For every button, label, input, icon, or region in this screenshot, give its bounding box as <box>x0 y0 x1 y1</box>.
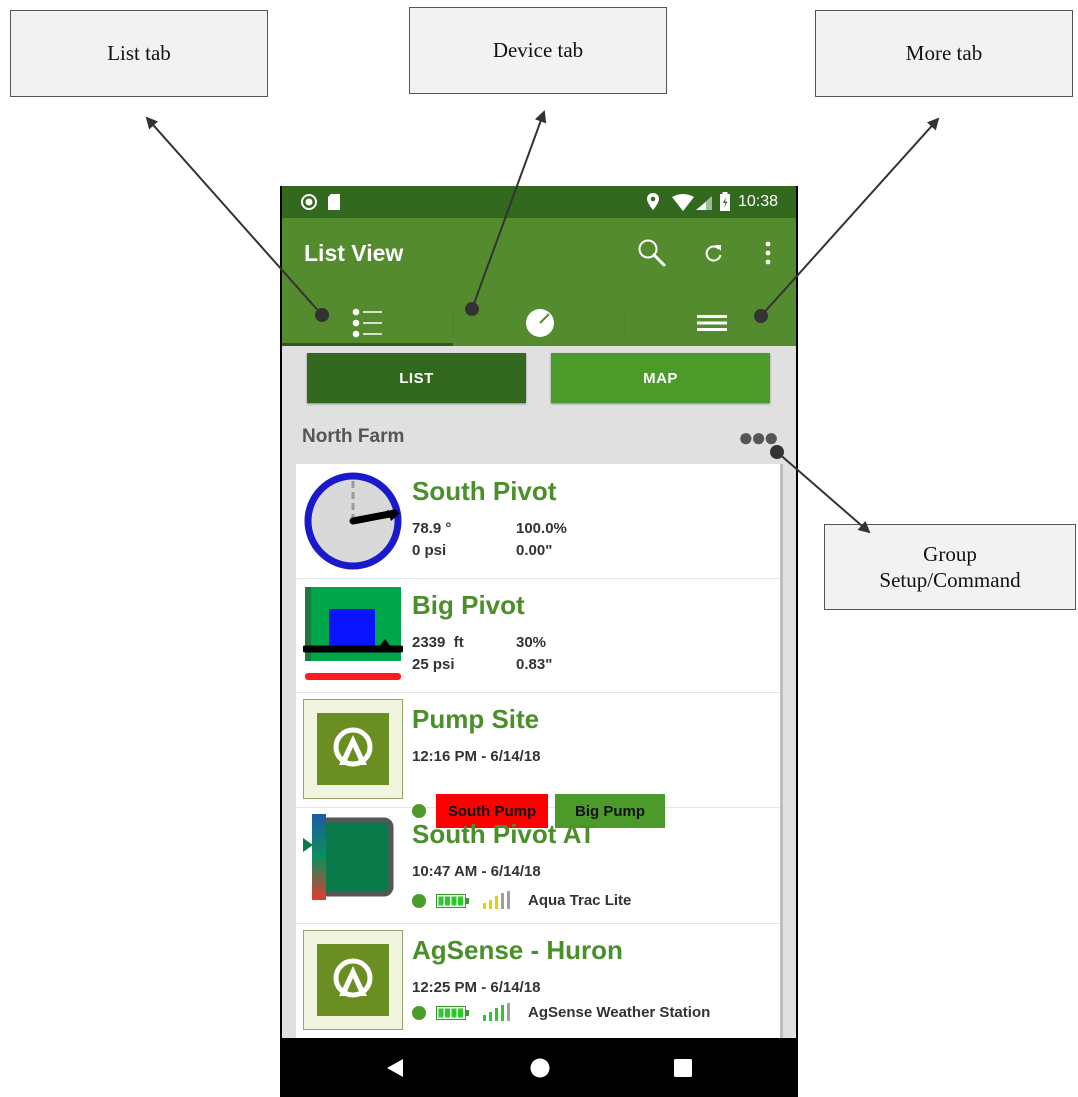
tab-device[interactable] <box>454 300 625 346</box>
last-update-time: 12:25 PM - 6/14/18 <box>412 979 541 996</box>
device-tab-callout: Device tab <box>409 7 667 94</box>
agsense-logo-icon <box>303 930 403 1030</box>
tab-bar <box>282 300 796 346</box>
device-name: AgSense - Huron <box>412 935 623 965</box>
recents-icon[interactable] <box>674 1059 692 1077</box>
device-tab-callout-text: Device tab <box>492 38 584 62</box>
group-setup-callout-line2: Setup/Command <box>879 568 1021 592</box>
status-bar: 10:38 <box>282 186 796 218</box>
device-type: AgSense Weather Station <box>528 1004 711 1021</box>
hamburger-menu-icon <box>696 315 727 331</box>
device-angle: 78.9 ° <box>412 520 452 537</box>
list-toggle-button[interactable]: LIST <box>307 353 526 403</box>
list-item[interactable]: Pump Site 12:16 PM - 6/14/18 South Pump … <box>296 692 780 828</box>
device-name: Big Pivot <box>412 590 525 620</box>
system-nav-bar <box>282 1038 796 1097</box>
agsense-logo-icon <box>303 699 403 799</box>
device-pressure: 25 psi <box>412 656 455 673</box>
app-bar: List View <box>282 218 796 346</box>
status-time: 10:38 <box>738 193 779 210</box>
battery-full-icon <box>436 1006 469 1020</box>
pivot-dial-icon <box>525 309 554 337</box>
list-item[interactable]: Big Pivot 2339 ft 30% 25 psi 0.83" <box>296 578 780 693</box>
device-list: South Pivot 78.9 ° 100.0% 0 psi 0.00" Bi… <box>296 464 780 1038</box>
more-tab-callout-text: More tab <box>905 41 983 65</box>
page-title: List View <box>304 240 404 266</box>
aqua-trac-icon <box>303 814 394 900</box>
battery-charging-icon <box>720 192 730 211</box>
more-tab-callout: More tab <box>815 10 1073 97</box>
refresh-icon[interactable] <box>704 243 724 263</box>
tab-more[interactable] <box>626 300 797 346</box>
list-tab-callout: List tab <box>10 10 268 97</box>
device-percent: 100.0% <box>516 520 567 537</box>
notification-circle-icon <box>301 194 317 210</box>
online-status-dot <box>412 1006 426 1020</box>
signal-strength-icon <box>483 891 510 909</box>
pivot-status-icon <box>304 472 402 570</box>
group-setup-callout-line1: Group <box>923 542 977 566</box>
lateral-status-icon <box>303 587 403 680</box>
device-depth: 0.83" <box>516 656 553 673</box>
sd-card-icon <box>328 194 340 210</box>
device-distance: 2339 ft <box>412 634 464 651</box>
device-name: South Pivot <box>412 476 557 506</box>
device-name: Pump Site <box>412 704 540 734</box>
overflow-menu-icon[interactable] <box>764 241 772 265</box>
device-pressure: 0 psi <box>412 542 447 559</box>
back-icon[interactable] <box>386 1058 404 1078</box>
device-depth: 0.00" <box>516 542 553 559</box>
home-icon[interactable] <box>530 1058 550 1078</box>
device-percent: 30% <box>516 634 547 651</box>
wifi-icon <box>672 194 694 211</box>
list-item[interactable]: South Pivot AT 10:47 AM - 6/14/18 Aqua T… <box>296 807 780 924</box>
search-icon[interactable] <box>637 238 667 268</box>
cell-signal-icon <box>696 196 712 210</box>
map-toggle-button[interactable]: MAP <box>551 353 770 403</box>
group-setup-callout: Group Setup/Command <box>824 524 1076 610</box>
list-item[interactable]: South Pivot 78.9 ° 100.0% 0 psi 0.00" <box>296 464 780 579</box>
list-item[interactable]: AgSense - Huron 12:25 PM - 6/14/18 AgSen… <box>296 923 780 1038</box>
signal-strength-icon <box>483 1003 510 1021</box>
last-update-time: 10:47 AM - 6/14/18 <box>412 863 541 880</box>
battery-full-icon <box>436 894 469 908</box>
group-name: North Farm <box>302 426 405 447</box>
device-name: South Pivot AT <box>412 819 596 849</box>
content-area: LIST MAP North Farm ●●● South Pivot 78.9… <box>282 346 796 1038</box>
location-icon <box>647 193 659 210</box>
online-status-dot <box>412 894 426 908</box>
last-update-time: 12:16 PM - 6/14/18 <box>412 748 541 765</box>
group-more-icon[interactable]: ●●● <box>738 422 779 453</box>
phone-screen: 10:38 List View LIST MAP North Farm ●●● … <box>280 186 798 1097</box>
device-type: Aqua Trac Lite <box>528 892 632 909</box>
list-scrollbar[interactable] <box>780 464 783 1038</box>
list-tab-callout-text: List tab <box>107 41 171 65</box>
tab-list[interactable] <box>282 300 453 346</box>
list-icon <box>352 308 382 338</box>
